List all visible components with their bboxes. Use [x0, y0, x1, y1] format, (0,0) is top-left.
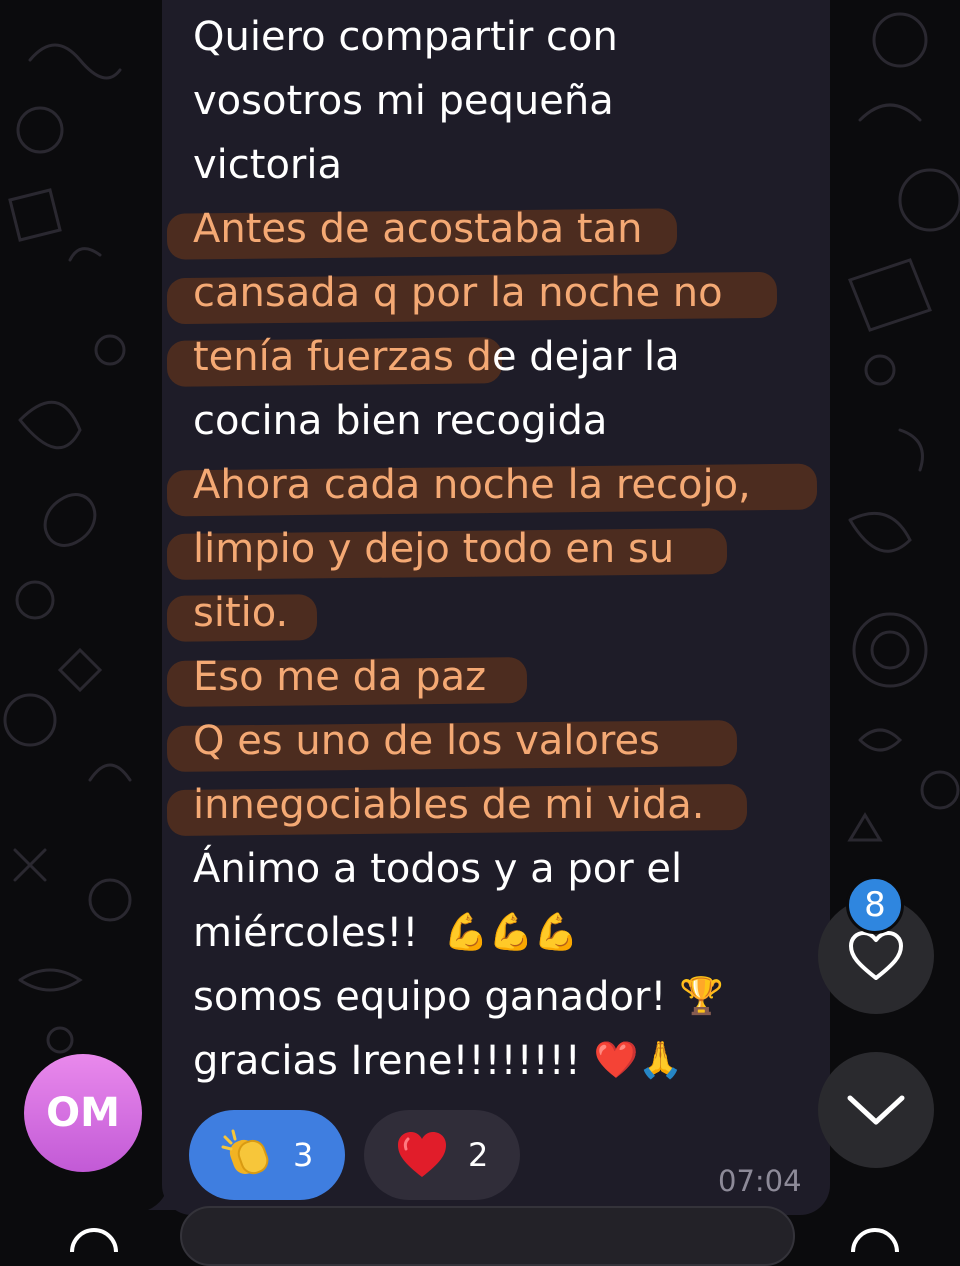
microphone-icon[interactable] [840, 1212, 910, 1252]
chevron-down-icon [847, 1095, 905, 1125]
message-line-text: gracias Irene!!!!!!!! [193, 1038, 581, 1084]
reaction-clap-button[interactable]: 3 [189, 1110, 345, 1200]
message-line: victoria [193, 133, 813, 197]
message-line: Quiero compartir con [193, 5, 813, 69]
message-line-text: e dejar la [491, 334, 680, 380]
red-heart-icon [398, 1132, 446, 1177]
bubble-tail [148, 1180, 188, 1210]
heart-outline-icon [849, 931, 903, 980]
message-line-highlighted: Antes de acostaba tan [166, 197, 813, 261]
heart-pray-emoji-icon: ❤️🙏 [593, 1040, 684, 1081]
message-line-text: sitio. [193, 590, 289, 636]
message-line: gracias Irene!!!!!!!! ❤️🙏 [193, 1029, 813, 1093]
trophy-emoji-icon: 🏆 [679, 976, 725, 1017]
message-line-text: miércoles!! [193, 910, 419, 956]
message-line-text: Q es uno de los valores [193, 718, 660, 764]
message-time: 07:04 [718, 1164, 802, 1198]
unread-reactions-badge: 8 [846, 876, 904, 934]
message-line-text: victoria [193, 142, 343, 188]
flexed-biceps-emoji-icon: 💪💪💪 [443, 912, 579, 953]
scroll-down-button[interactable] [818, 1052, 934, 1168]
message-line-highlighted: innegociables de mi vida. [166, 773, 813, 837]
message-line: vosotros mi pequeña [193, 69, 813, 133]
message-line-highlighted: Eso me da paz [166, 645, 813, 709]
reaction-heart-count: 2 [468, 1136, 489, 1174]
message-line-text-highlighted: tenía fuerzas d [193, 334, 492, 380]
sender-avatar[interactable]: OM [24, 1054, 142, 1172]
message-line-highlighted: limpio y dejo todo en su [166, 517, 813, 581]
message-line: Ánimo a todos y a por el [193, 837, 813, 901]
message-line-text: innegociables de mi vida. [193, 782, 705, 828]
avatar-initials: OM [46, 1090, 120, 1136]
message-text: Quiero compartir con vosotros mi pequeña… [166, 5, 818, 1093]
message-line-highlighted: sitio. [166, 581, 813, 645]
message-line-mixed: tenía fuerzas de dejar la [166, 325, 813, 389]
message-line-text: cansada q por la noche no [193, 270, 723, 316]
message-input-field[interactable] [180, 1206, 795, 1266]
message-line-text: Ánimo a todos y a por el [193, 846, 683, 892]
message-line-text: Antes de acostaba tan [193, 206, 643, 252]
message-line-highlighted: Q es uno de los valores [166, 709, 813, 773]
attach-icon[interactable] [62, 1212, 126, 1252]
message-line-text: vosotros mi pequeña [193, 78, 614, 124]
message-line-highlighted: Ahora cada noche la recojo, [166, 453, 818, 517]
message-line: somos equipo ganador! 🏆 [193, 965, 813, 1029]
message-line-highlighted: cansada q por la noche no [166, 261, 813, 325]
message-line-text: limpio y dejo todo en su [193, 526, 675, 572]
message-line: cocina bien recogida [193, 389, 813, 453]
reaction-clap-count: 3 [293, 1136, 314, 1174]
clapping-hands-icon [221, 1129, 269, 1175]
message-line-text: Quiero compartir con [193, 14, 618, 60]
message-line-text: Eso me da paz [193, 654, 487, 700]
message-line: miércoles!! 💪💪💪 [193, 901, 813, 965]
message-line-text: somos equipo ganador! [193, 974, 667, 1020]
message-line-text: Ahora cada noche la recojo, [193, 462, 751, 508]
message-line-text: cocina bien recogida [193, 398, 608, 444]
reaction-heart-button[interactable]: 2 [364, 1110, 520, 1200]
